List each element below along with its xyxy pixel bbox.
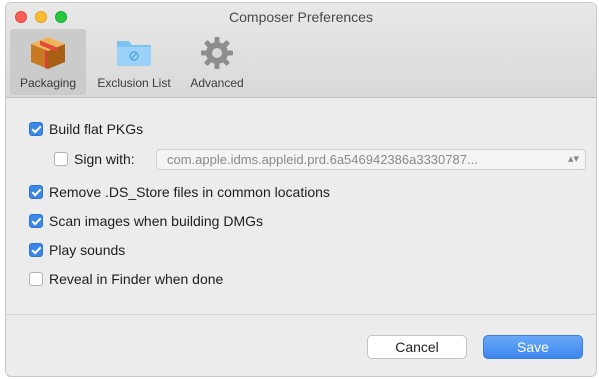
toolbar: Composer Preferences Packaging Exclusion… (6, 3, 596, 98)
build-flat-pkgs-checkbox[interactable] (29, 122, 43, 136)
preferences-window: Composer Preferences Packaging Exclusion… (5, 2, 597, 377)
tab-exclusion-list-label: Exclusion List (97, 76, 171, 90)
scan-images-checkbox[interactable] (29, 214, 43, 228)
select-chevron-icon: ▴▾ (567, 153, 579, 165)
package-box-icon (28, 35, 68, 76)
sign-with-checkbox[interactable] (54, 152, 68, 166)
build-flat-pkgs-label: Build flat PKGs (49, 121, 144, 137)
reveal-in-finder-checkbox[interactable] (29, 272, 43, 286)
folder-icon (114, 35, 154, 74)
sign-with-option[interactable]: Sign with: (54, 149, 135, 169)
tab-packaging[interactable]: Packaging (10, 29, 86, 95)
window-title: Composer Preferences (229, 9, 373, 25)
tab-packaging-label: Packaging (19, 76, 77, 90)
reveal-in-finder-option[interactable]: Reveal in Finder when done (29, 269, 223, 289)
play-sounds-option[interactable]: Play sounds (29, 240, 125, 260)
remove-ds-store-option[interactable]: Remove .DS_Store files in common locatio… (29, 182, 330, 202)
play-sounds-label: Play sounds (49, 242, 126, 258)
remove-ds-store-label: Remove .DS_Store files in common locatio… (49, 184, 330, 200)
sign-with-label: Sign with: (74, 151, 135, 167)
footer-divider (6, 314, 596, 315)
gear-icon (199, 35, 235, 76)
reveal-in-finder-label: Reveal in Finder when done (49, 271, 224, 287)
scan-images-label: Scan images when building DMGs (49, 213, 263, 229)
remove-ds-store-checkbox[interactable] (29, 185, 43, 199)
signing-identity-select[interactable]: com.apple.idms.appleid.prd.6a546942386a3… (156, 149, 586, 170)
save-button[interactable]: Save (483, 335, 583, 359)
tab-exclusion-list[interactable]: Exclusion List (88, 29, 180, 95)
signing-identity-value: com.apple.idms.appleid.prd.6a546942386a3… (167, 152, 478, 167)
play-sounds-checkbox[interactable] (29, 243, 43, 257)
tab-advanced[interactable]: Advanced (182, 29, 252, 95)
tab-advanced-label: Advanced (190, 76, 244, 90)
build-flat-pkgs-option[interactable]: Build flat PKGs (29, 119, 143, 139)
cancel-button[interactable]: Cancel (367, 335, 467, 359)
scan-images-option[interactable]: Scan images when building DMGs (29, 211, 263, 231)
